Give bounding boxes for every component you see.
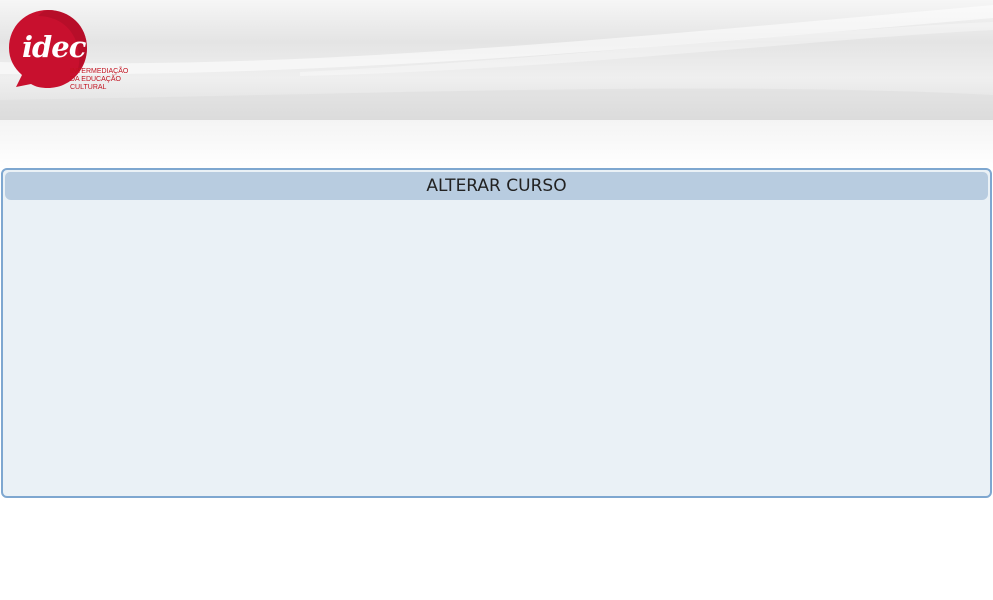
panel-title: ALTERAR CURSO (426, 176, 567, 196)
idec-logo[interactable]: idec INTERMEDIAÇÃO DA EDUCAÇÃO CULTURAL (8, 8, 133, 94)
logo-brand-text: idec (22, 30, 86, 64)
logo-tagline: INTERMEDIAÇÃO DA EDUCAÇÃO CULTURAL (70, 68, 129, 91)
subheader-gradient (0, 120, 993, 170)
header-banner: idec INTERMEDIAÇÃO DA EDUCAÇÃO CULTURAL (0, 0, 993, 120)
alterar-curso-panel: ALTERAR CURSO (1, 168, 992, 498)
panel-header: ALTERAR CURSO (5, 172, 988, 200)
header-swoosh-decoration (0, 5, 993, 120)
